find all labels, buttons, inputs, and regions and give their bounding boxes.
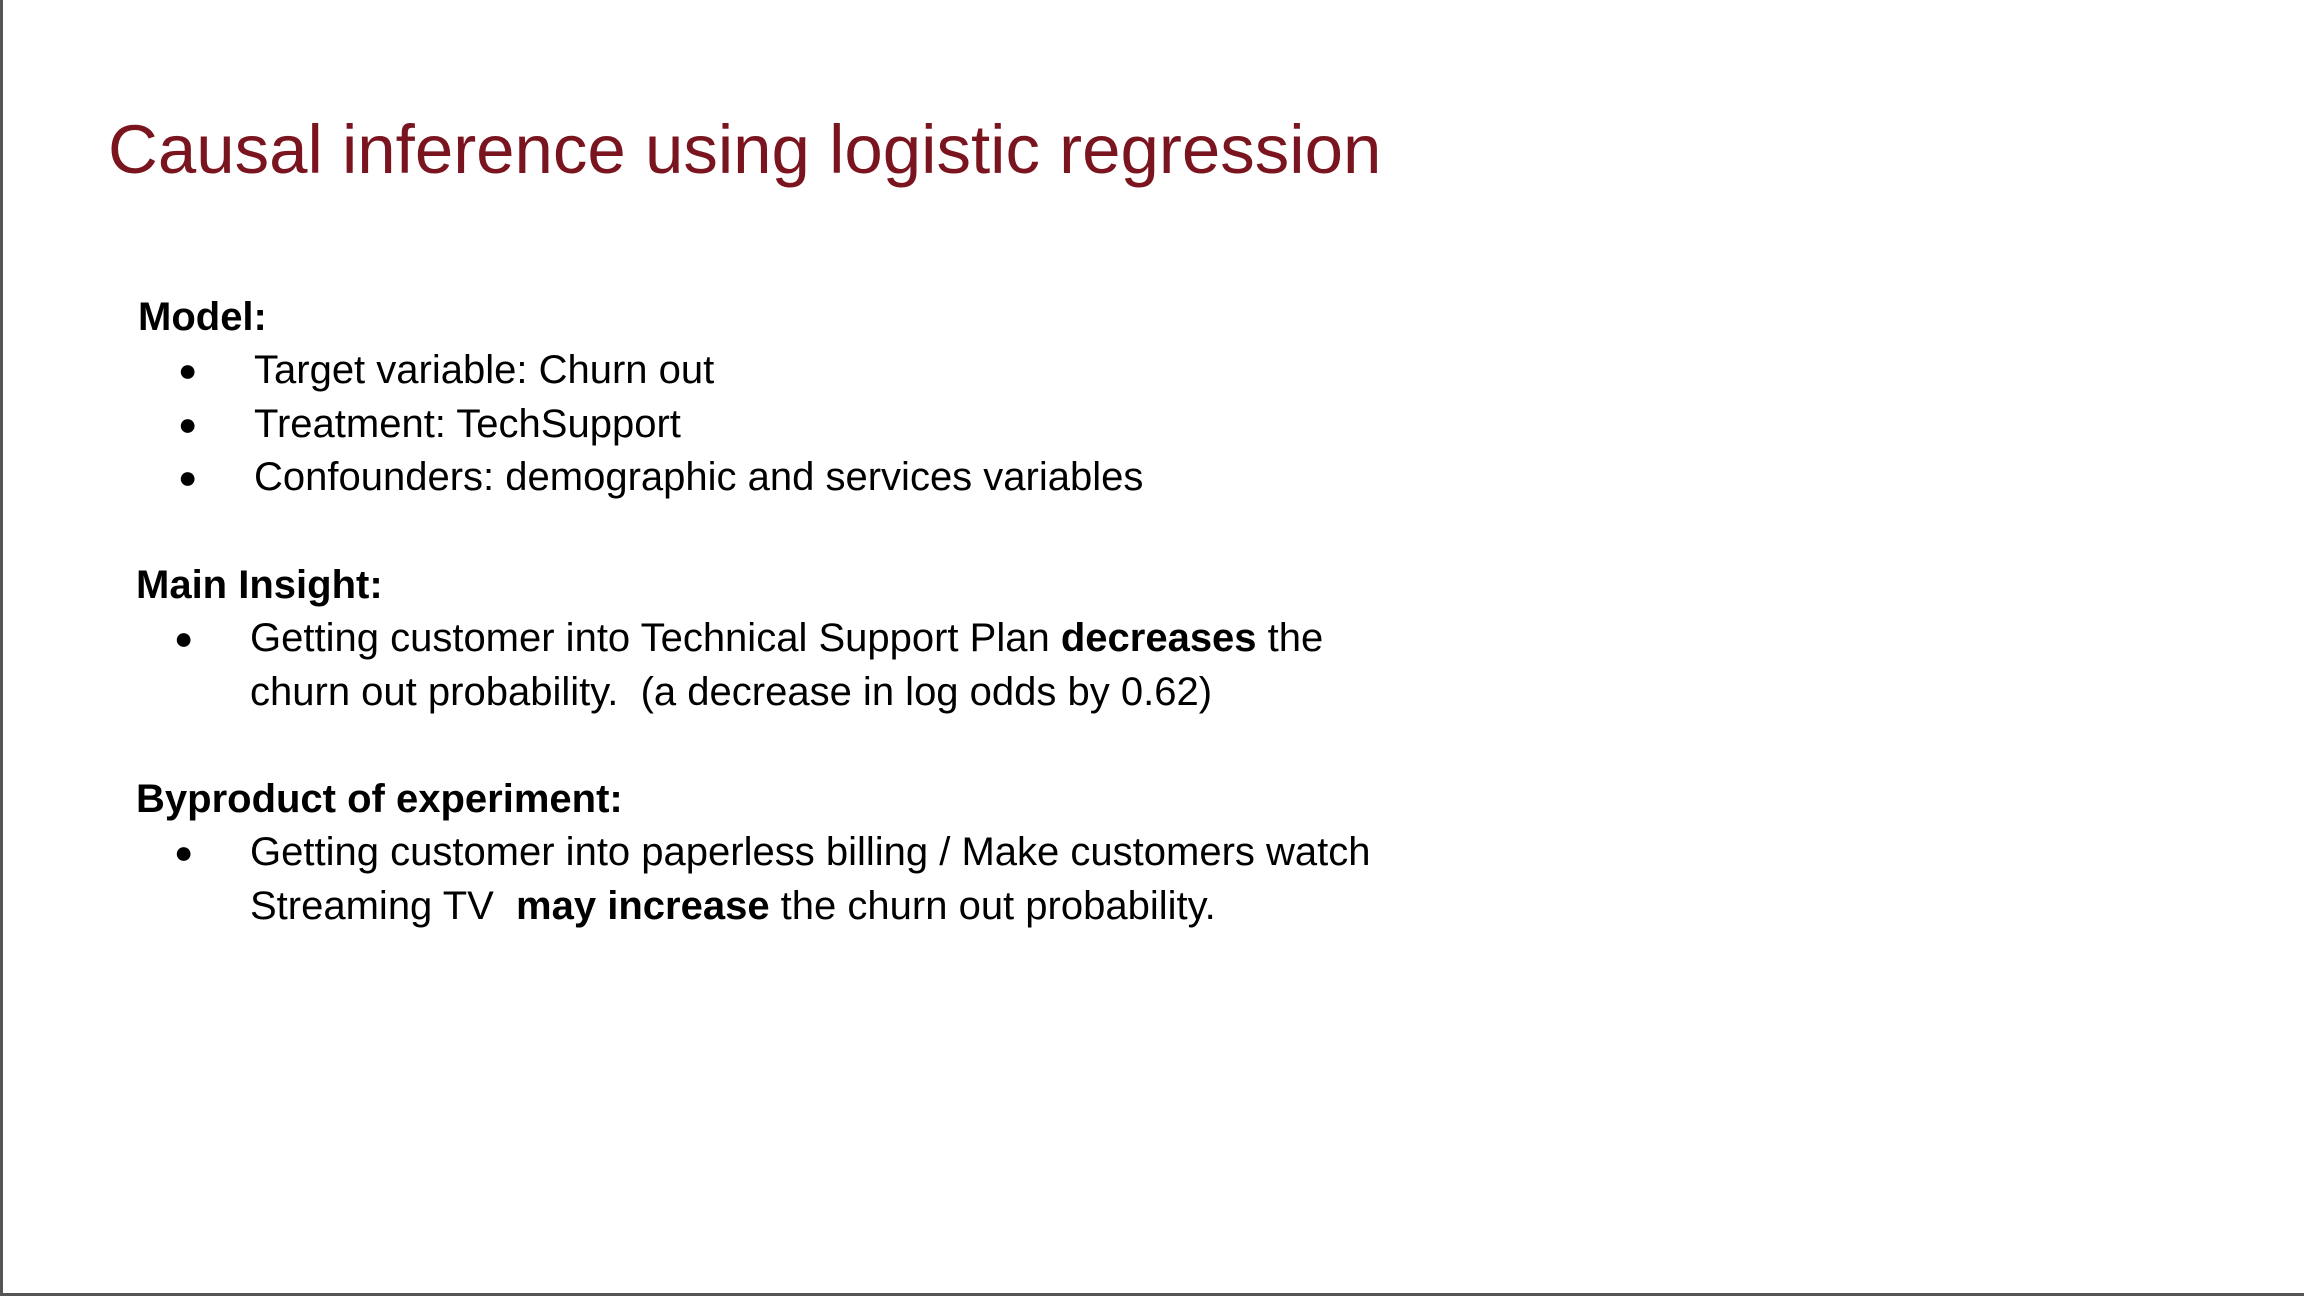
byproduct-list: ● Getting customer into paperless billin… (136, 826, 1371, 933)
model-item-text: Target variable: Churn out (254, 348, 715, 392)
insight-line-2: churn out probability. (a decrease in lo… (250, 669, 1213, 714)
bullet-icon: ● (178, 352, 198, 388)
bullet-icon: ● (174, 620, 194, 656)
byproduct-text: Streaming TV (250, 883, 517, 928)
model-list: ● Target variable: Churn out ● Treatment… (138, 344, 1143, 505)
bullet-icon: ● (178, 405, 198, 442)
insight-list: ● Getting customer into Technical Suppor… (136, 612, 1323, 719)
model-section: Model: ● Target variable: Churn out ● Tr… (138, 290, 1143, 505)
model-item-text: Confounders: demographic and services va… (254, 455, 1144, 499)
insight-text: the (1256, 616, 1324, 660)
insight-emphasis: decreases (1060, 616, 1257, 660)
model-item-text: Treatment: TechSupport (254, 401, 681, 446)
insight-section: Main Insight: ● Getting customer into Te… (136, 558, 1323, 719)
list-item: ● Getting customer into Technical Suppor… (136, 612, 1323, 719)
list-item: ● Target variable: Churn out (138, 344, 1143, 398)
list-item: ● Getting customer into paperless billin… (136, 826, 1371, 933)
byproduct-section: Byproduct of experiment: ● Getting custo… (136, 772, 1371, 933)
insight-text: Getting customer into Technical Support … (250, 616, 1061, 660)
slide-title: Causal inference using logistic regressi… (108, 111, 1382, 188)
byproduct-heading: Byproduct of experiment: (136, 777, 623, 821)
insight-heading: Main Insight: (136, 563, 383, 607)
byproduct-line-1: Getting customer into paperless billing … (250, 830, 1371, 874)
list-item: ● Treatment: TechSupport (138, 398, 1143, 452)
byproduct-text: the churn out probability. (769, 883, 1216, 928)
list-item: ● Confounders: demographic and services … (138, 451, 1143, 505)
bullet-icon: ● (178, 459, 198, 495)
byproduct-line-2: Streaming TV may increase the churn out … (250, 880, 1371, 934)
insight-line-1: Getting customer into Technical Support … (250, 612, 1323, 666)
slide: Causal inference using logistic regressi… (0, 0, 2304, 1296)
bullet-icon: ● (174, 834, 194, 870)
byproduct-emphasis: may increase (516, 883, 770, 928)
model-heading: Model: (138, 295, 267, 339)
